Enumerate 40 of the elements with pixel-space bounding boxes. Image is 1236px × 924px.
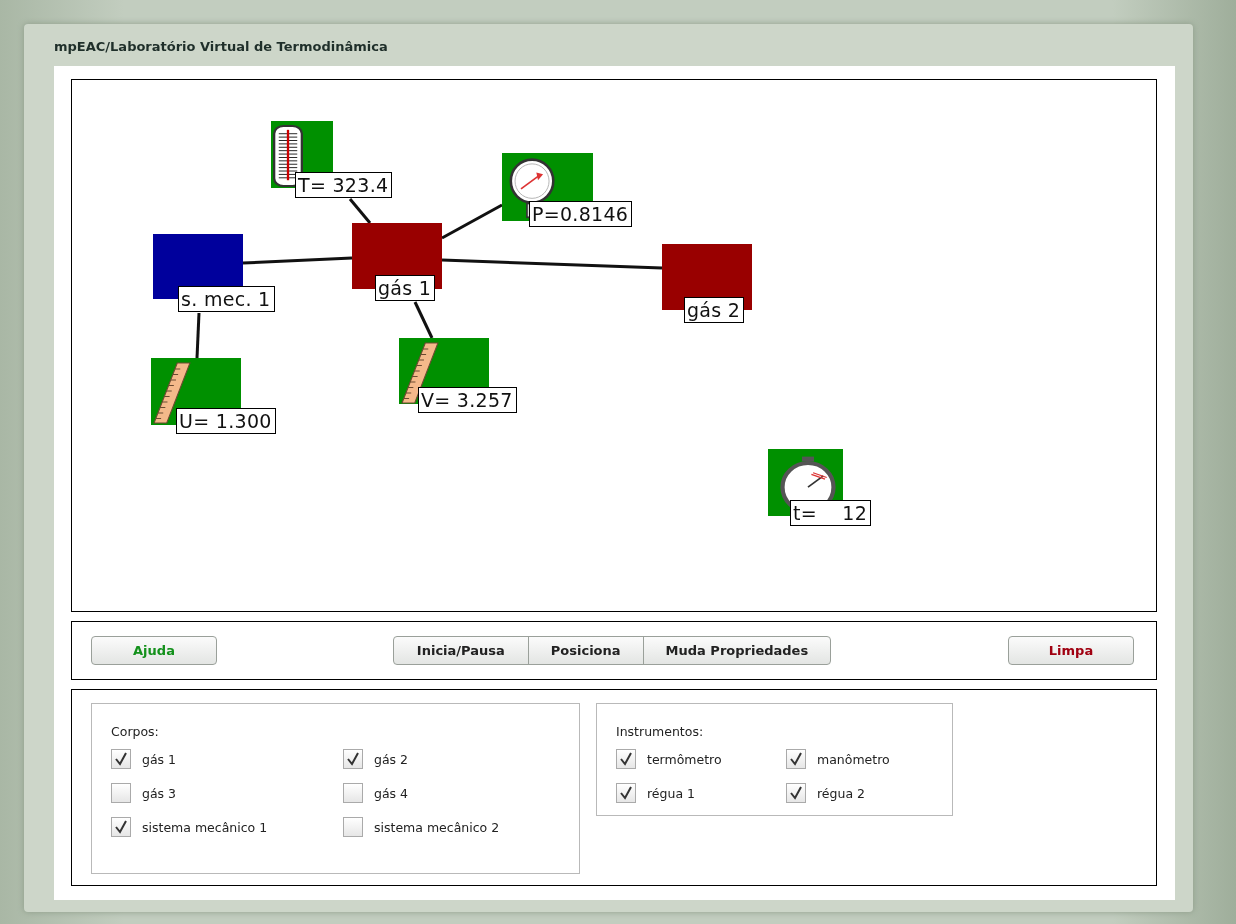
help-button[interactable]: Ajuda (91, 636, 217, 665)
connector-line (441, 203, 503, 240)
connector-line (413, 301, 434, 339)
value-tooltip: U= 1.300 (176, 408, 276, 434)
checkbox-label: gás 1 (142, 751, 177, 767)
checkbox[interactable] (616, 749, 636, 769)
value-tooltip: gás 2 (684, 297, 745, 323)
checkbox[interactable] (111, 817, 131, 837)
toolbar-button[interactable]: Muda Propriedades (642, 636, 832, 665)
checkbox-label: sistema mecânico 2 (374, 819, 500, 835)
checkbox[interactable] (343, 783, 363, 803)
value-tooltip: gás 1 (375, 275, 436, 301)
checkbox[interactable] (786, 783, 806, 803)
connector-line (195, 312, 201, 359)
value-tooltip: t= 12 (790, 500, 872, 526)
checkbox[interactable] (111, 749, 131, 769)
group-title: Corpos: (111, 724, 159, 739)
checkbox-label: régua 1 (647, 785, 695, 801)
checkbox-label: sistema mecânico 1 (142, 819, 268, 835)
window-title: mpEAC/Laboratório Virtual de Termodinâmica (54, 37, 389, 56)
checkbox[interactable] (786, 749, 806, 769)
toolbar-button[interactable]: Inicia/Pausa (392, 636, 529, 665)
checkbox-label: termômetro (647, 751, 722, 767)
value-tooltip: V= 3.257 (418, 387, 517, 413)
checkbox-label: gás 3 (142, 785, 177, 801)
checkbox[interactable] (343, 817, 363, 837)
value-tooltip: T= 323.4 (295, 172, 393, 198)
checkbox-label: manômetro (817, 751, 890, 767)
checkbox-label: régua 2 (817, 785, 865, 801)
checkbox[interactable] (616, 783, 636, 803)
checkbox[interactable] (343, 749, 363, 769)
connector-line (348, 198, 372, 224)
value-tooltip: P=0.8146 (529, 201, 633, 227)
clear-button[interactable]: Limpa (1008, 636, 1134, 665)
checkbox-label: gás 4 (374, 785, 409, 801)
checkbox-label: gás 2 (374, 751, 409, 767)
toolbar-button[interactable]: Posiciona (527, 636, 644, 665)
checkbox[interactable] (111, 783, 131, 803)
value-tooltip: s. mec. 1 (178, 286, 275, 312)
group-title: Instrumentos: (616, 724, 704, 739)
